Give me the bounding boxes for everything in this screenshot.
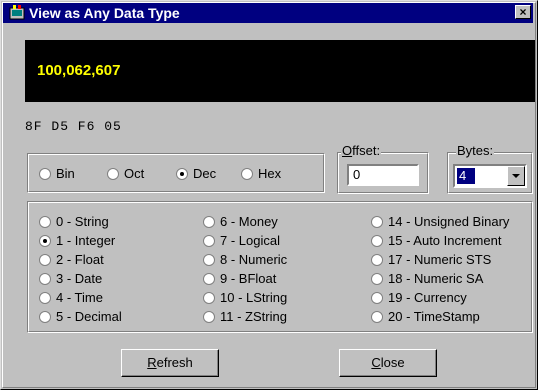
radio-label: 7 - Logical xyxy=(220,233,280,248)
radio-label: Hex xyxy=(258,166,282,181)
hex-bytes: 8F D5 F6 05 xyxy=(25,119,122,134)
radio-button[interactable] xyxy=(203,291,215,304)
type-radio-1[interactable]: 1 - Integer xyxy=(39,233,115,248)
radio-label: 17 - Numeric STS xyxy=(388,252,492,267)
radio-button[interactable] xyxy=(371,234,383,247)
radio-button[interactable] xyxy=(203,253,215,266)
radio-label: 9 - BFloat xyxy=(220,271,277,286)
radio-label: 10 - LString xyxy=(220,290,288,305)
radio-label: 0 - String xyxy=(56,214,109,229)
radio-button[interactable] xyxy=(203,215,215,228)
radio-button[interactable] xyxy=(39,272,51,285)
radio-label: 1 - Integer xyxy=(56,233,116,248)
radio-button[interactable] xyxy=(203,310,215,323)
type-radio-4[interactable]: 4 - Time xyxy=(39,290,103,305)
title-bar[interactable]: View as Any Data Type × xyxy=(3,3,533,23)
type-radio-14[interactable]: 14 - Unsigned Binary xyxy=(371,214,509,229)
radio-button[interactable] xyxy=(203,234,215,247)
radio-button[interactable] xyxy=(371,272,383,285)
radio-label: Bin xyxy=(56,166,75,181)
bytes-selected-value: 4 xyxy=(456,167,476,185)
radio-label: 15 - Auto Increment xyxy=(388,233,502,248)
radio-button[interactable] xyxy=(39,167,51,180)
radio-button[interactable] xyxy=(371,215,383,228)
type-radio-18[interactable]: 18 - Numeric SA xyxy=(371,271,483,286)
radio-button[interactable] xyxy=(39,310,51,323)
radio-button[interactable] xyxy=(39,291,51,304)
close-icon[interactable]: × xyxy=(515,5,531,19)
type-radio-0[interactable]: 0 - String xyxy=(39,214,109,229)
type-radio-17[interactable]: 17 - Numeric STS xyxy=(371,252,491,267)
radio-label: 8 - Numeric xyxy=(220,252,288,267)
radio-label: 11 - ZString xyxy=(220,309,287,324)
radio-button[interactable] xyxy=(107,167,119,180)
type-radio-15[interactable]: 15 - Auto Increment xyxy=(371,233,501,248)
radio-label: 20 - TimeStamp xyxy=(388,309,480,324)
radio-oct[interactable]: Oct xyxy=(107,166,144,181)
window-title: View as Any Data Type xyxy=(29,5,180,21)
radio-label: Oct xyxy=(124,166,145,181)
close-button[interactable]: Close xyxy=(339,349,437,377)
radio-button[interactable] xyxy=(203,272,215,285)
radio-button[interactable] xyxy=(39,234,51,247)
radio-label: 6 - Money xyxy=(220,214,278,229)
refresh-button[interactable]: Refresh xyxy=(121,349,219,377)
radio-label: 14 - Unsigned Binary xyxy=(388,214,510,229)
dialog-window: View as Any Data Type × 100,062,607 8F D… xyxy=(0,0,538,390)
radio-label: 18 - Numeric SA xyxy=(388,271,484,286)
radio-label: 3 - Date xyxy=(56,271,103,286)
radio-label: 5 - Decimal xyxy=(56,309,122,324)
radio-button[interactable] xyxy=(176,167,188,180)
radio-label: 2 - Float xyxy=(56,252,104,267)
type-radio-10[interactable]: 10 - LString xyxy=(203,290,287,305)
radio-button[interactable] xyxy=(371,310,383,323)
chevron-down-icon[interactable] xyxy=(507,166,525,186)
display-value: 100,062,607 xyxy=(37,62,121,79)
radio-button[interactable] xyxy=(371,253,383,266)
type-radio-11[interactable]: 11 - ZString xyxy=(203,309,287,324)
radio-button[interactable] xyxy=(371,291,383,304)
type-radio-6[interactable]: 6 - Money xyxy=(203,214,278,229)
radio-label: 4 - Time xyxy=(56,290,103,305)
radio-button[interactable] xyxy=(241,167,253,180)
offset-label: Offset: xyxy=(341,143,382,158)
type-radio-8[interactable]: 8 - Numeric xyxy=(203,252,287,267)
type-radio-9[interactable]: 9 - BFloat xyxy=(203,271,276,286)
radio-dec[interactable]: Dec xyxy=(176,166,216,181)
value-display: 100,062,607 xyxy=(25,40,535,102)
bytes-dropdown[interactable]: 4 xyxy=(453,164,527,188)
type-radio-3[interactable]: 3 - Date xyxy=(39,271,102,286)
app-icon xyxy=(9,5,25,20)
type-radio-20[interactable]: 20 - TimeStamp xyxy=(371,309,480,324)
type-radio-5[interactable]: 5 - Decimal xyxy=(39,309,122,324)
radio-label: 19 - Currency xyxy=(388,290,467,305)
radio-hex[interactable]: Hex xyxy=(241,166,281,181)
bytes-label: Bytes: xyxy=(456,143,495,158)
radio-bin[interactable]: Bin xyxy=(39,166,75,181)
offset-input[interactable]: 0 xyxy=(347,164,419,186)
radio-label: Dec xyxy=(193,166,217,181)
type-radio-19[interactable]: 19 - Currency xyxy=(371,290,467,305)
radio-button[interactable] xyxy=(39,253,51,266)
radio-button[interactable] xyxy=(39,215,51,228)
type-radio-7[interactable]: 7 - Logical xyxy=(203,233,280,248)
type-radio-2[interactable]: 2 - Float xyxy=(39,252,104,267)
